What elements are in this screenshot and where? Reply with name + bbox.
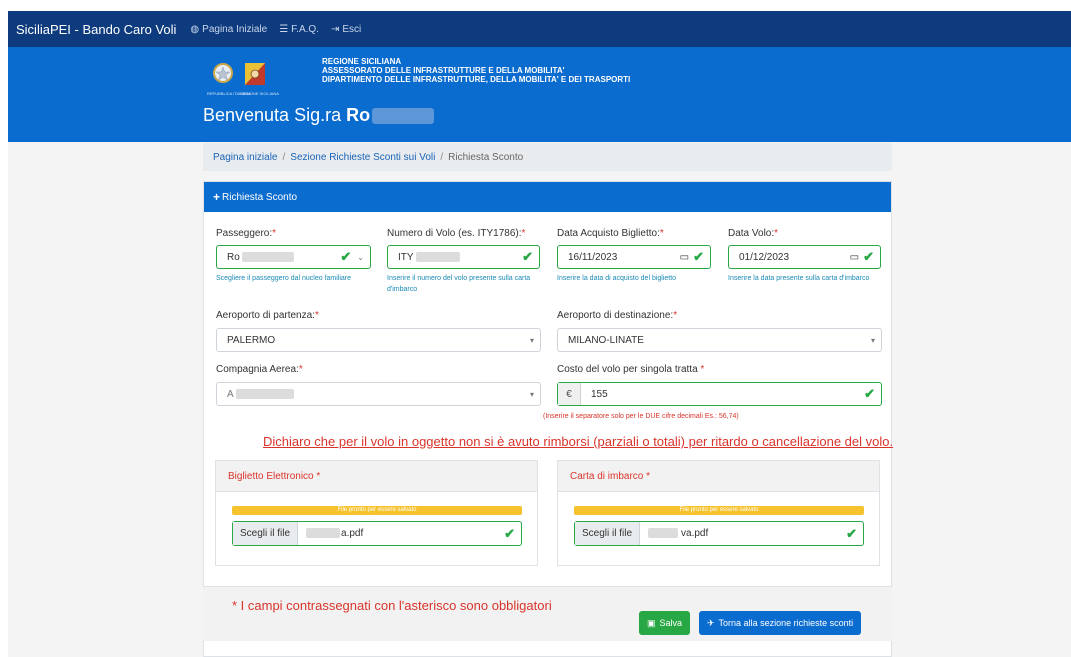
- card-header: + Richiesta Sconto: [204, 182, 891, 212]
- breadcrumb-current: Richiesta Sconto: [448, 151, 524, 163]
- chevron-down-icon: ▾: [529, 335, 534, 345]
- welcome-user-name: Ro: [346, 105, 371, 125]
- save-button[interactable]: ▣ Salva: [639, 611, 691, 635]
- breadcrumb: Pagina iniziale / Sezione Richieste Scon…: [203, 143, 892, 171]
- cost-value: 155: [591, 388, 608, 400]
- flight-date-input[interactable]: 01/12/2023 ▭ ✔: [728, 245, 881, 269]
- region-line-1: REGIONE SICILIANA: [322, 57, 402, 66]
- passenger-label: Passeggero:*: [216, 228, 277, 239]
- purchase-date-help: Inserire la data di acquisto del bigliet…: [557, 275, 677, 282]
- cost-note: (Inserire il separatore solo per le DUE …: [543, 413, 739, 420]
- header-banner: REPUBBLICA ITALIANA REGIONE SICILIANA RE…: [8, 47, 1071, 142]
- nav-home-label: Pagina Iniziale: [202, 23, 268, 35]
- logout-icon: ⇥: [330, 23, 340, 35]
- valid-check-icon: ✔: [693, 249, 704, 264]
- mandatory-note: * I campi contrassegnati con l'asterisco…: [232, 598, 552, 613]
- boarding-upload-box: Carta di imbarco * File pronto per esser…: [557, 460, 880, 566]
- choose-file-button[interactable]: Scegli il file: [575, 522, 641, 545]
- nav-logout-link[interactable]: ⇥ Esci: [331, 24, 361, 35]
- ticket-file-input[interactable]: Scegli il file a.pdf ✔: [232, 521, 522, 546]
- nav-logout-label: Esci: [342, 23, 362, 35]
- airline-value: A: [217, 389, 530, 400]
- ticket-status-bar: File pronto per essere salvato: [232, 506, 522, 515]
- purchase-date-value: 16/11/2023: [568, 251, 618, 263]
- floppy-icon: ▣: [647, 617, 656, 628]
- back-label: Torna alla sezione richieste sconti: [718, 618, 854, 628]
- breadcrumb-home[interactable]: Pagina iniziale: [213, 152, 278, 163]
- boarding-file-name: va.pdf: [640, 528, 846, 539]
- italian-emblem-icon: [213, 63, 233, 83]
- breadcrumb-separator: /: [440, 151, 444, 163]
- welcome-message: Benvenuta Sig.ra Ro: [203, 105, 435, 126]
- emblem-right-label: REGIONE SICILIANA: [240, 91, 279, 96]
- departure-value: PALERMO: [227, 334, 276, 346]
- calendar-icon[interactable]: ▭: [850, 252, 859, 263]
- destination-label: Aeroporto di destinazione:*: [557, 310, 678, 321]
- region-line-2: ASSESSORATO DELLE INFRASTRUTTURE E DELLA…: [322, 66, 565, 75]
- valid-check-icon: ✔: [340, 249, 352, 264]
- passenger-value: Ro: [217, 252, 340, 263]
- valid-check-icon: ✔: [522, 249, 533, 264]
- calendar-icon[interactable]: ▭: [680, 252, 689, 263]
- region-line-3: DIPARTIMENTO DELLE INFRASTRUTTURE, DELLA…: [322, 75, 631, 84]
- nav-faq-label: F.A.Q.: [291, 23, 319, 35]
- flight-date-label: Data Volo:*: [728, 228, 779, 239]
- redacted-name: [372, 108, 435, 125]
- ticket-upload-title: Biglietto Elettronico *: [216, 461, 537, 492]
- purchase-date-input[interactable]: 16/11/2023 ▭ ✔: [557, 245, 711, 269]
- departure-select[interactable]: PALERMO ▾: [216, 328, 541, 352]
- card-title: Richiesta Sconto: [222, 191, 298, 203]
- sicily-emblem-icon: [245, 63, 265, 85]
- back-to-requests-button[interactable]: ✈ Torna alla sezione richieste sconti: [699, 611, 862, 635]
- nav-home-link[interactable]: ◍ Pagina Iniziale: [190, 24, 267, 35]
- list-icon: ☰: [279, 23, 289, 35]
- flight-number-help: Inserire il numero del volo presente sul…: [387, 275, 531, 293]
- purchase-date-label: Data Acquisto Biglietto:*: [557, 228, 664, 239]
- cost-label: Costo del volo per singola tratta *: [557, 364, 705, 375]
- airline-label: Compagnia Aerea:*: [216, 364, 303, 375]
- valid-check-icon: ✔: [863, 249, 874, 264]
- boarding-upload-title: Carta di imbarco *: [558, 461, 879, 492]
- region-heading: REGIONE SICILIANA ASSESSORATO DELLE INFR…: [322, 57, 630, 84]
- cost-input[interactable]: € 155 ✔: [557, 382, 882, 406]
- chevron-down-icon: ▾: [529, 389, 534, 399]
- top-navbar: SiciliaPEI - Bando Caro Voli ◍ Pagina Ini…: [8, 11, 1071, 47]
- form-footer: * I campi contrassegnati con l'asterisco…: [203, 586, 892, 641]
- chevron-down-icon: ▾: [870, 335, 875, 345]
- chevron-down-icon: ⌄: [357, 252, 364, 262]
- breadcrumb-separator: /: [282, 151, 286, 163]
- flight-number-input[interactable]: ITY ✔: [387, 245, 540, 269]
- passenger-help: Scegliere il passeggero dal nucleo famil…: [216, 275, 352, 282]
- euro-addon: €: [558, 383, 581, 405]
- boarding-file-input[interactable]: Scegli il file va.pdf ✔: [574, 521, 864, 546]
- choose-file-button[interactable]: Scegli il file: [233, 522, 299, 545]
- flight-number-value: ITY: [388, 252, 522, 263]
- nav-faq-link[interactable]: ☰ F.A.Q.: [279, 24, 319, 35]
- flight-number-label: Numero di Volo (es. ITY1786):*: [387, 228, 526, 239]
- plus-icon: +: [213, 190, 221, 204]
- flight-date-help: Inserire la data presente sulla carta d'…: [728, 275, 870, 282]
- boarding-status-bar: File pronto per essere salvato: [574, 506, 864, 515]
- app-brand[interactable]: SiciliaPEI - Bando Caro Voli: [16, 22, 176, 37]
- plane-icon: ✈: [707, 617, 715, 628]
- welcome-text: Benvenuta Sig.ra: [203, 105, 342, 125]
- valid-check-icon: ✔: [504, 525, 515, 541]
- destination-select[interactable]: MILANO-LINATE ▾: [557, 328, 882, 352]
- breadcrumb-section[interactable]: Sezione Richieste Sconti sui Voli: [290, 152, 435, 163]
- airline-select[interactable]: A ▾: [216, 382, 541, 406]
- save-label: Salva: [659, 618, 683, 628]
- declaration-text: Dichiaro che per il volo in oggetto non …: [263, 434, 894, 449]
- flight-date-value: 01/12/2023: [739, 251, 790, 263]
- dashboard-icon: ◍: [190, 23, 200, 35]
- destination-value: MILANO-LINATE: [568, 334, 644, 346]
- ticket-upload-box: Biglietto Elettronico * File pronto per …: [215, 460, 538, 566]
- valid-check-icon: ✔: [846, 525, 857, 541]
- ticket-file-name: a.pdf: [298, 528, 504, 539]
- passenger-select[interactable]: Ro ✔ ⌄: [216, 245, 371, 269]
- valid-check-icon: ✔: [864, 386, 875, 401]
- departure-label: Aeroporto di partenza:*: [216, 310, 319, 321]
